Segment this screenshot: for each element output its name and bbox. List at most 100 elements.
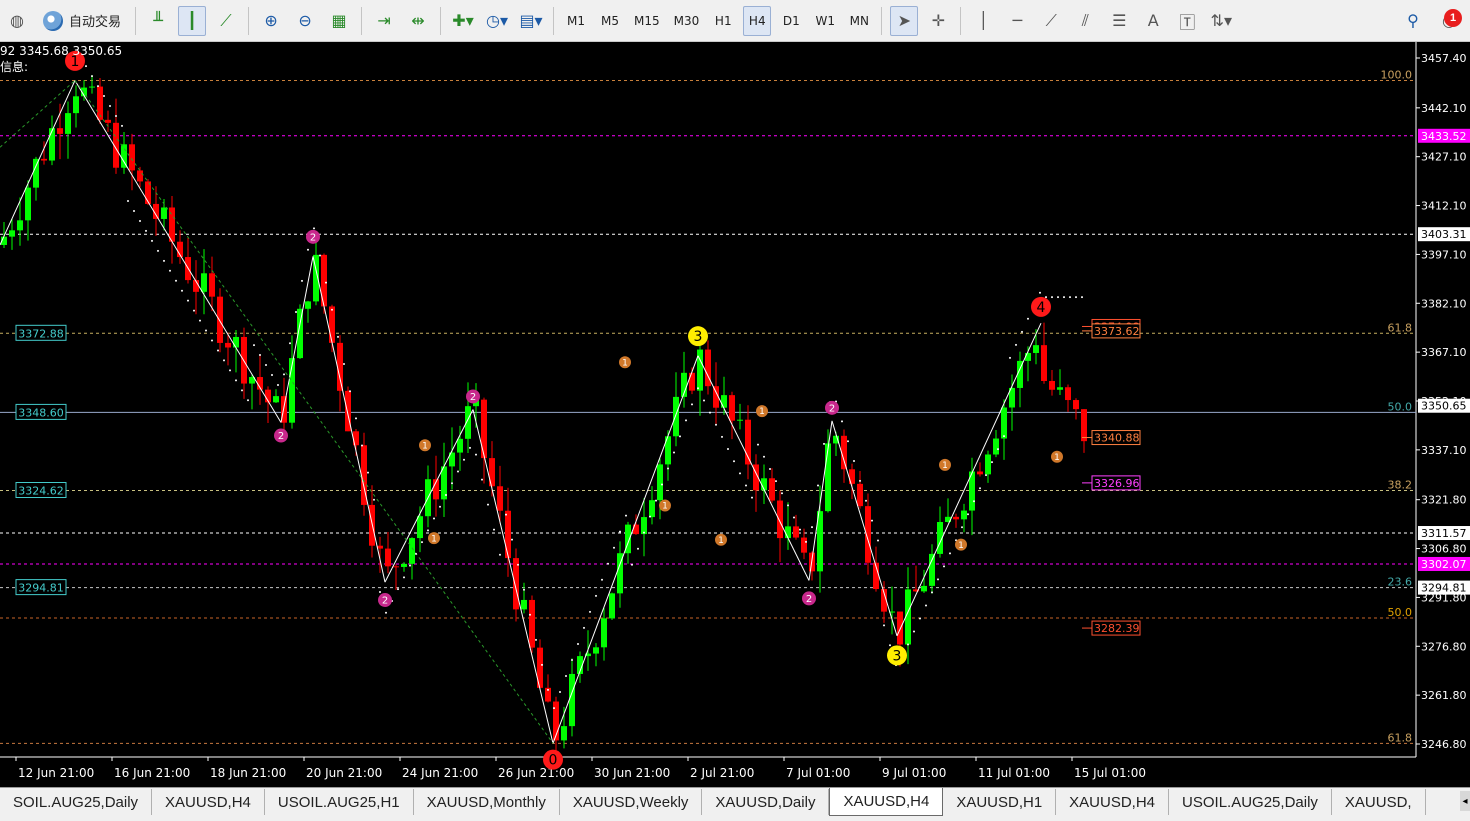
zoom-out-icon[interactable]: ⊖	[291, 6, 319, 36]
zigzag-wave-line	[74, 80, 282, 423]
sar-dot	[355, 417, 357, 420]
timeframe-m15[interactable]: M15	[630, 6, 664, 36]
sar-dot	[493, 528, 495, 531]
chart-tab[interactable]: XAUUSD,Monthly	[414, 789, 560, 815]
sar-dot	[277, 383, 279, 386]
chart-tab[interactable]: USOIL.AUG25,H1	[265, 789, 414, 815]
chart-shift-icon[interactable]: ⇹	[404, 6, 432, 36]
timeframe-w1[interactable]: W1	[811, 6, 839, 36]
vertical-line-icon[interactable]: │	[969, 6, 997, 36]
sar-dot	[673, 451, 675, 454]
wave-marker-label: 1	[958, 541, 964, 551]
sar-dot	[469, 446, 471, 449]
tile-windows-icon[interactable]: ▦	[325, 6, 353, 36]
sar-dot	[337, 335, 339, 338]
chart-tab[interactable]: USOIL.AUG25,Daily	[1169, 789, 1332, 815]
chart-canvas[interactable]: 100.0 3433.52 3403.31 61.8 3372.88 50.0 3348.6…	[0, 42, 1470, 787]
periods-clock-icon[interactable]: ◷▾	[483, 6, 511, 36]
sar-dot	[385, 611, 387, 614]
fib-level-label: 61.8	[1388, 321, 1413, 334]
horizontal-line-icon[interactable]: ─	[1003, 6, 1031, 36]
sar-dot	[541, 663, 543, 666]
sar-dot	[733, 460, 735, 463]
sar-dot	[157, 249, 159, 252]
zigzag-wave-line	[896, 322, 1042, 637]
sar-dot	[289, 342, 291, 345]
candle-body	[129, 144, 135, 171]
timeframe-h4[interactable]: H4	[743, 5, 772, 36]
chart-tab[interactable]: XAUUSD,Weekly	[560, 789, 703, 815]
candle-body	[497, 486, 503, 511]
sar-dot	[433, 517, 435, 520]
sar-dot	[871, 519, 873, 522]
sar-dot	[883, 624, 885, 627]
sar-dot	[805, 540, 807, 543]
wave-marker-label: 4	[1037, 300, 1046, 316]
crosshair-icon[interactable]: ✛	[924, 6, 952, 36]
timeframe-h1[interactable]: H1	[709, 6, 737, 36]
candlestick-chart-icon[interactable]: ┃	[178, 5, 207, 36]
sar-dot	[307, 248, 309, 251]
sar-dot	[241, 389, 243, 392]
timeframe-m1[interactable]: M1	[562, 6, 590, 36]
cursor-arrow-icon[interactable]: ➤	[890, 5, 919, 36]
chart-tab[interactable]: XAUUSD,H4	[152, 789, 265, 815]
bar-chart-icon[interactable]: ╨	[144, 6, 172, 36]
price-tick-label: 3337.10	[1421, 444, 1467, 457]
wave-marker-label: 1	[622, 358, 628, 368]
text-label-icon[interactable]: 🅃	[1173, 6, 1201, 36]
sar-dot	[217, 349, 219, 352]
sar-dot	[679, 435, 681, 438]
sar-dot	[91, 75, 93, 78]
wave-marker-label: 1	[759, 407, 765, 417]
candle-body	[1033, 345, 1039, 353]
templates-icon[interactable]: ▤▾	[517, 6, 545, 36]
timeframe-mn[interactable]: MN	[845, 6, 873, 36]
sar-dot	[631, 563, 633, 566]
time-tick-label: 11 Jul 01:00	[978, 766, 1050, 780]
line-chart-icon[interactable]: ⟋	[212, 6, 240, 36]
sar-dot	[715, 423, 717, 426]
sar-dot	[253, 344, 255, 347]
candle-body	[17, 220, 23, 231]
sar-dot	[925, 604, 927, 607]
trend-line-icon[interactable]: ⟋	[1037, 6, 1065, 36]
sar-dot	[697, 387, 699, 390]
fibonacci-retracement-icon[interactable]: ☰	[1105, 6, 1133, 36]
time-tick-label: 30 Jun 21:00	[594, 766, 670, 780]
globe-icon[interactable]: ◍	[3, 6, 31, 36]
sar-dot	[361, 444, 363, 447]
tab-scroll-right-icon[interactable]: ◂	[1460, 791, 1470, 811]
chart-tab[interactable]: XAUUSD,H4	[829, 788, 944, 816]
sar-dot	[967, 513, 969, 516]
candle-body	[793, 526, 799, 538]
zoom-in-icon[interactable]: ⊕	[257, 6, 285, 36]
candle-body	[105, 119, 111, 123]
arrows-menu-icon[interactable]: ⇅▾	[1207, 6, 1235, 36]
timeframe-m30[interactable]: M30	[670, 6, 704, 36]
price-chart[interactable]: 100.0 3433.52 3403.31 61.8 3372.88 50.0 3348.6…	[0, 42, 1470, 787]
chart-tab[interactable]: XAUUSD,H1	[943, 789, 1057, 815]
candle-body	[785, 526, 791, 539]
candle-body	[209, 273, 215, 297]
chart-tab[interactable]: XAUUSD,Daily	[702, 789, 830, 815]
timeframe-m5[interactable]: M5	[596, 6, 624, 36]
candle-body	[769, 478, 775, 501]
axis-price-tag-label: 3311.57	[1421, 527, 1467, 540]
chart-tab[interactable]: XAUUSD,	[1332, 789, 1426, 815]
chart-tab[interactable]: XAUUSD,H4	[1056, 789, 1170, 815]
sar-dot	[427, 529, 429, 532]
indicators-icon[interactable]: ✚▾	[449, 6, 477, 36]
search-icon[interactable]: ⚲	[1399, 6, 1427, 36]
timeframe-d1[interactable]: D1	[777, 6, 805, 36]
auto-scroll-icon[interactable]: ⇥	[370, 6, 398, 36]
sar-dot	[1045, 296, 1047, 299]
auto-trading-button[interactable]: 自动交易	[37, 6, 127, 36]
chart-tab[interactable]: SOIL.AUG25,Daily	[0, 789, 153, 815]
text-tool-icon[interactable]: A	[1139, 6, 1167, 36]
sar-dot	[169, 269, 171, 272]
candle-body	[217, 296, 223, 343]
sar-dot	[985, 474, 987, 477]
equidistant-channel-icon[interactable]: ⫽	[1071, 6, 1099, 36]
sar-dot	[559, 691, 561, 694]
